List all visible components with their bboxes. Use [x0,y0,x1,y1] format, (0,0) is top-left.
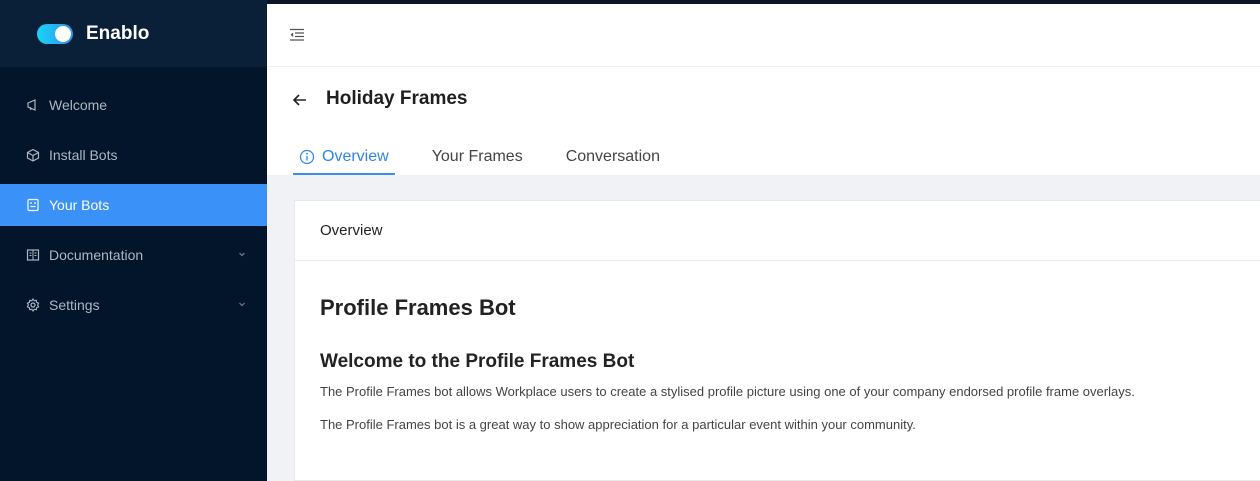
card-paragraph: The Profile Frames bot allows Workplace … [320,384,1135,399]
tab-bar: Overview Your Frames Conversation [293,148,697,175]
sidebar-item-install-bots[interactable]: Install Bots [0,134,267,176]
card-heading: Profile Frames Bot [320,295,516,320]
card-subheading: Welcome to the Profile Frames Bot [320,351,635,372]
sidebar-item-settings[interactable]: Settings [0,284,267,326]
chevron-down-icon[interactable] [237,249,247,259]
card-paragraph: The Profile Frames bot is a great way to… [320,417,916,432]
app-window: Enablo Welcome Install Bots Your Bots Do… [0,0,1260,481]
sidebar-menu: Welcome Install Bots Your Bots Documenta… [0,84,267,334]
tab-your-frames[interactable]: Your Frames [426,148,529,175]
main-content: Holiday Frames Overview Your Frames Conv… [267,4,1260,481]
menu-fold-icon[interactable] [289,28,305,42]
page-title: Holiday Frames [326,88,468,109]
book-icon [26,248,40,262]
cube-icon [26,148,40,162]
tab-label: Overview [322,148,389,165]
sidebar-item-label: Welcome [49,97,108,113]
info-circle-icon [299,149,315,165]
tab-label: Conversation [565,148,660,165]
card-body: Profile Frames Bot Welcome to the Profil… [295,295,1260,435]
sidebar-item-label: Your Bots [49,197,110,213]
sidebar-item-your-bots[interactable]: Your Bots [0,184,267,226]
tab-label: Your Frames [431,148,523,165]
sidebar-item-welcome[interactable]: Welcome [0,84,267,126]
tab-conversation[interactable]: Conversation [560,148,666,175]
sidebar-item-label: Documentation [49,247,144,263]
sidebar: Enablo Welcome Install Bots Your Bots Do… [0,0,267,481]
robot-icon [26,198,40,212]
tab-overview[interactable]: Overview [293,148,395,175]
brand[interactable]: Enablo [0,0,267,67]
sidebar-item-label: Install Bots [49,147,118,163]
megaphone-icon [26,98,40,112]
overview-card: Overview Profile Frames Bot Welcome to t… [294,200,1260,481]
sidebar-item-label: Settings [49,297,100,313]
brand-logo-toggle-icon [37,23,73,44]
chevron-down-icon[interactable] [237,299,247,309]
sidebar-item-documentation[interactable]: Documentation [0,234,267,276]
card-header: Overview [295,201,1260,261]
brand-name: Enablo [86,22,150,44]
page-header: Holiday Frames Overview Your Frames Conv… [267,67,1260,175]
gear-icon [26,298,40,312]
arrow-left-icon[interactable] [291,91,309,109]
top-bar [267,4,1260,67]
